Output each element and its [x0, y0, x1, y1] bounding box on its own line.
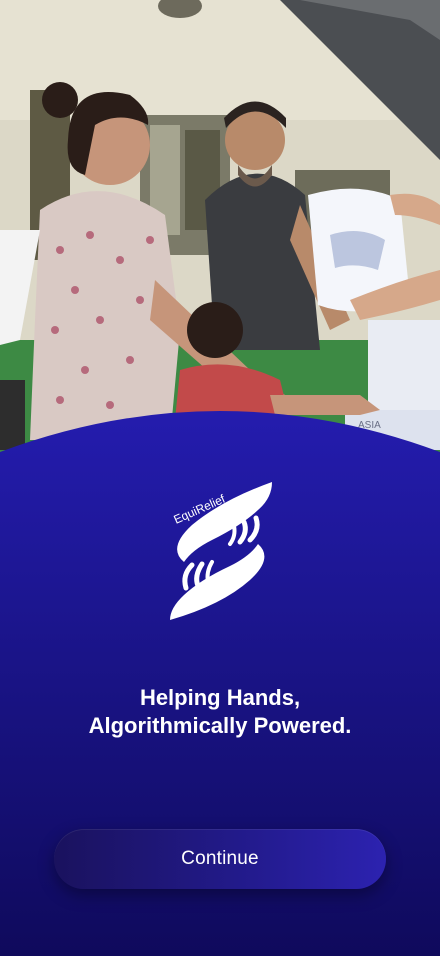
hero-photo: ASIA [0, 0, 440, 470]
tagline-line-1: Helping Hands, [139, 685, 301, 710]
continue-button[interactable]: Continue [54, 829, 386, 889]
caring-hands-icon: EquiRelief [170, 482, 272, 620]
bag-label: ASIA [358, 420, 381, 431]
tagline-line-2: Algorithmically Powered. [88, 713, 352, 738]
tagline: Helping Hands, Algorithmically Powered. [0, 684, 440, 740]
app-logo: EquiRelief [162, 480, 280, 625]
